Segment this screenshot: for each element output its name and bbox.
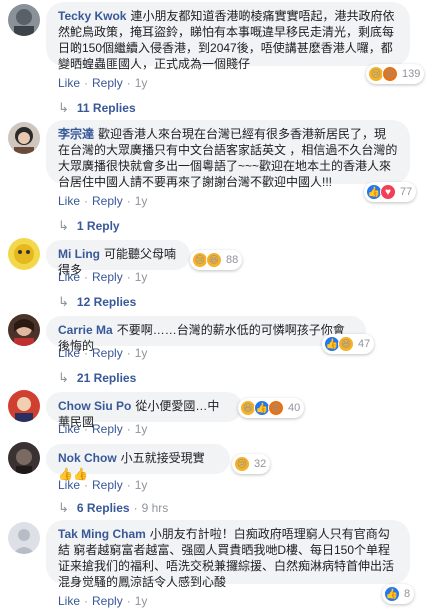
comment-actions: Like · Reply · 1y [58, 594, 148, 608]
comment-bubble: Nok Chow 小五就接受現實👍👍 [46, 444, 230, 481]
reactions-badge[interactable]: 👍 8 [382, 584, 415, 604]
avatar[interactable] [8, 314, 40, 346]
view-replies-link[interactable]: ↳ 6 Replies · 9 hrs [58, 500, 168, 516]
reactions-badge[interactable]: 😢 😆 88 [190, 250, 243, 270]
reactions-badge[interactable]: 👍 😆 47 [322, 334, 375, 354]
haha-icon: 😆 [206, 252, 222, 268]
comment-actions: Like · Reply · 1y [58, 346, 148, 360]
comment-author[interactable]: Tecky Kwok [58, 9, 126, 23]
like-link[interactable]: Like [58, 478, 80, 492]
comment-author[interactable]: Tak Ming Cham [58, 527, 146, 541]
view-replies-link[interactable]: ↳ 1 Reply [58, 218, 120, 234]
view-replies-link[interactable]: ↳ 11 Replies [58, 100, 136, 116]
reply-link[interactable]: Reply [92, 270, 123, 284]
comment-bubble: Chow Siu Po 從小便愛國…中華民國 [46, 392, 242, 429]
reply-arrow-icon: ↳ [58, 100, 69, 115]
reply-link[interactable]: Reply [92, 346, 123, 360]
comment-actions: Like · Reply · 1y [58, 270, 148, 284]
avatar-image [8, 122, 40, 154]
view-replies-link[interactable]: ↳ 12 Replies [58, 294, 136, 310]
reaction-count: 32 [254, 458, 267, 470]
timestamp[interactable]: 1y [135, 594, 148, 608]
reply-arrow-icon: ↳ [58, 500, 69, 515]
reply-link[interactable]: Reply [92, 76, 123, 90]
timestamp[interactable]: 9 hrs [142, 501, 169, 515]
comment-text: 歡迎香港人來台現在台灣已經有很多香港新居民了，現在台灣的大眾廣播只有中文台語客家… [58, 127, 398, 189]
comment-actions: Like · Reply · 1y [58, 76, 148, 90]
comment-author[interactable]: Chow Siu Po [58, 399, 131, 413]
avatar-image [8, 442, 40, 474]
sad-icon: 😢 [234, 456, 250, 472]
avatar[interactable] [8, 238, 40, 270]
timestamp[interactable]: 1y [135, 270, 148, 284]
comment-bubble: Tecky Kwok 連小朋友都知道香港啲棱痛實實唔起，港共政府依然鮀鳥政策，掩耳… [46, 2, 410, 71]
reaction-count: 47 [358, 338, 371, 350]
avatar[interactable] [8, 122, 40, 154]
timestamp[interactable]: 1y [135, 76, 148, 90]
angry-icon: 😡 [268, 400, 284, 416]
reply-link[interactable]: Reply [92, 594, 123, 608]
like-link[interactable]: Like [58, 270, 80, 284]
reply-link[interactable]: Reply [92, 422, 123, 436]
comment-author[interactable]: Carrie Ma [58, 323, 113, 337]
reaction-count: 88 [226, 254, 239, 266]
avatar[interactable] [8, 522, 40, 554]
reaction-count: 40 [288, 402, 301, 414]
comment-bubble: 李宗達 歡迎香港人來台現在台灣已經有很多香港新居民了，現在台灣的大眾廣播只有中文台… [46, 120, 410, 189]
like-link[interactable]: Like [58, 422, 80, 436]
reaction-count: 77 [400, 186, 413, 198]
angry-icon: 😡 [382, 66, 398, 82]
comment-bubble: Carrie Ma 不要啊……台灣的薪水低的可憐啊孩子你會後悔的 [46, 316, 366, 353]
reply-arrow-icon: ↳ [58, 218, 69, 233]
timestamp[interactable]: 1y [135, 194, 148, 208]
reaction-count: 139 [402, 68, 421, 80]
avatar-image [8, 4, 40, 36]
comment-author[interactable]: Nok Chow [58, 451, 117, 465]
avatar-image [8, 522, 40, 554]
haha-icon: 😆 [338, 336, 354, 352]
view-replies-link[interactable]: ↳ 21 Replies [58, 370, 136, 386]
timestamp[interactable]: 1y [135, 478, 148, 492]
comment-author[interactable]: Mi Ling [58, 247, 100, 261]
comment-bubble: Mi Ling 可能聽父母喃得多 [46, 240, 190, 277]
comment-actions: Like · Reply · 1y [58, 422, 148, 436]
like-link[interactable]: Like [58, 346, 80, 360]
reactions-badge[interactable]: 👍 ♥ 77 [364, 182, 417, 202]
like-link[interactable]: Like [58, 76, 80, 90]
reaction-count: 8 [404, 588, 411, 600]
reply-link[interactable]: Reply [92, 194, 123, 208]
avatar-image [8, 314, 40, 346]
love-icon: ♥ [380, 184, 396, 200]
reactions-badge[interactable]: 😆 👍 😡 40 [238, 398, 305, 418]
timestamp[interactable]: 1y [135, 346, 148, 360]
comment-actions: Like · Reply · 1y [58, 194, 148, 208]
avatar-image [8, 390, 40, 422]
reply-arrow-icon: ↳ [58, 294, 69, 309]
timestamp[interactable]: 1y [135, 422, 148, 436]
reply-link[interactable]: Reply [92, 478, 123, 492]
like-link[interactable]: Like [58, 194, 80, 208]
comment-author[interactable]: 李宗達 [58, 127, 94, 141]
avatar[interactable] [8, 390, 40, 422]
reactions-badge[interactable]: 😢 32 [232, 454, 271, 474]
avatar[interactable] [8, 442, 40, 474]
like-icon: 👍 [384, 586, 400, 602]
like-link[interactable]: Like [58, 594, 80, 608]
comment-bubble: Tak Ming Cham 小朋友冇計啦！白痴政府唔理窮人只有官商勾結 窮者越窮富… [46, 520, 410, 589]
reactions-badge[interactable]: 😢 😡 139 [366, 64, 425, 84]
comment-actions: Like · Reply · 1y [58, 478, 148, 492]
reply-arrow-icon: ↳ [58, 370, 69, 385]
avatar-image [8, 238, 40, 270]
avatar[interactable] [8, 4, 40, 36]
